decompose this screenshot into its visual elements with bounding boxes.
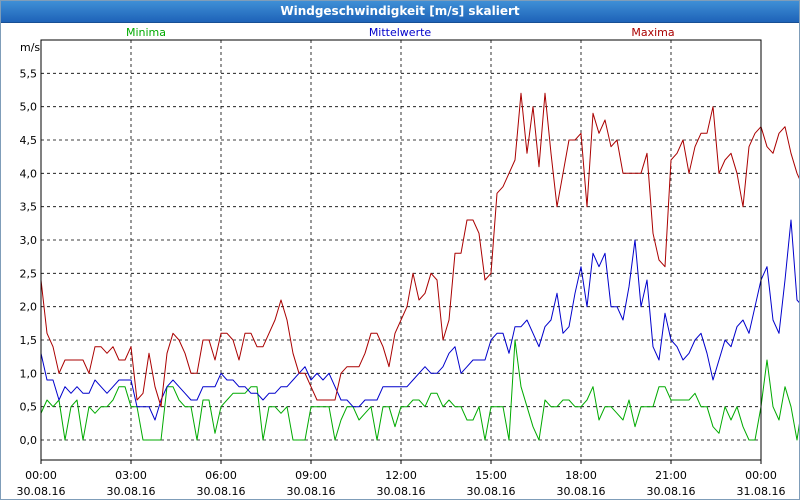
x-tick-time: 06:00 <box>205 469 237 482</box>
y-tick-label: 1,5 <box>20 334 38 347</box>
x-tick-date: 30.08.16 <box>377 485 426 498</box>
wind-speed-chart: m/s Minima Mittelwerte Maxima 0,0 0,5 1,0 1… <box>17 26 799 498</box>
x-tick-time: 00:00 <box>25 469 57 482</box>
title-bar: Windgeschwindigkeit [m/s] skaliert <box>1 1 799 23</box>
x-tick-date: 30.08.16 <box>17 485 66 498</box>
x-tick-date: 30.08.16 <box>287 485 336 498</box>
x-tick-time: 21:00 <box>655 469 687 482</box>
y-tick-label: 0,0 <box>20 434 38 447</box>
x-tick-time: 18:00 <box>565 469 597 482</box>
chart-window: Windgeschwindigkeit [m/s] skaliert m/s M… <box>0 0 800 500</box>
y-tick-label: 4,0 <box>20 167 38 180</box>
x-tick-date: 30.08.16 <box>557 485 606 498</box>
x-tick-time: 09:00 <box>295 469 327 482</box>
y-tick-label: 3,0 <box>20 234 38 247</box>
x-tick-time: 12:00 <box>385 469 417 482</box>
legend-minima: Minima <box>126 26 166 39</box>
x-tick-date: 30.08.16 <box>647 485 696 498</box>
y-tick-label: 4,5 <box>20 134 38 147</box>
x-tick-date: 30.08.16 <box>467 485 516 498</box>
x-tick-time: 15:00 <box>475 469 507 482</box>
y-axis-ticks: 0,0 0,5 1,0 1,5 2,0 2,5 3,0 3,5 4,0 4,5 5,0 5,5 <box>20 67 38 447</box>
y-axis-label: m/s <box>20 41 40 54</box>
y-tick-label: 5,5 <box>20 67 38 80</box>
y-tick-label: 5,0 <box>20 101 38 114</box>
x-axis-ticks: 00:00 30.08.16 03:00 30.08.16 06:00 30.08.16 0… <box>17 460 786 498</box>
y-tick-label: 3,5 <box>20 201 38 214</box>
x-tick-date: 30.08.16 <box>107 485 156 498</box>
y-tick-label: 1,0 <box>20 367 38 380</box>
y-tick-label: 2,0 <box>20 301 38 314</box>
legend-maxima: Maxima <box>631 26 674 39</box>
y-tick-label: 2,5 <box>20 267 38 280</box>
x-tick-time: 03:00 <box>115 469 147 482</box>
x-tick-date: 31.08.16 <box>737 485 786 498</box>
window-title: Windgeschwindigkeit [m/s] skaliert <box>280 4 520 18</box>
y-tick-label: 0,5 <box>20 401 38 414</box>
x-tick-time: 00:00 <box>745 469 777 482</box>
legend-mittelwerte: Mittelwerte <box>369 26 432 39</box>
x-tick-date: 30.08.16 <box>197 485 246 498</box>
